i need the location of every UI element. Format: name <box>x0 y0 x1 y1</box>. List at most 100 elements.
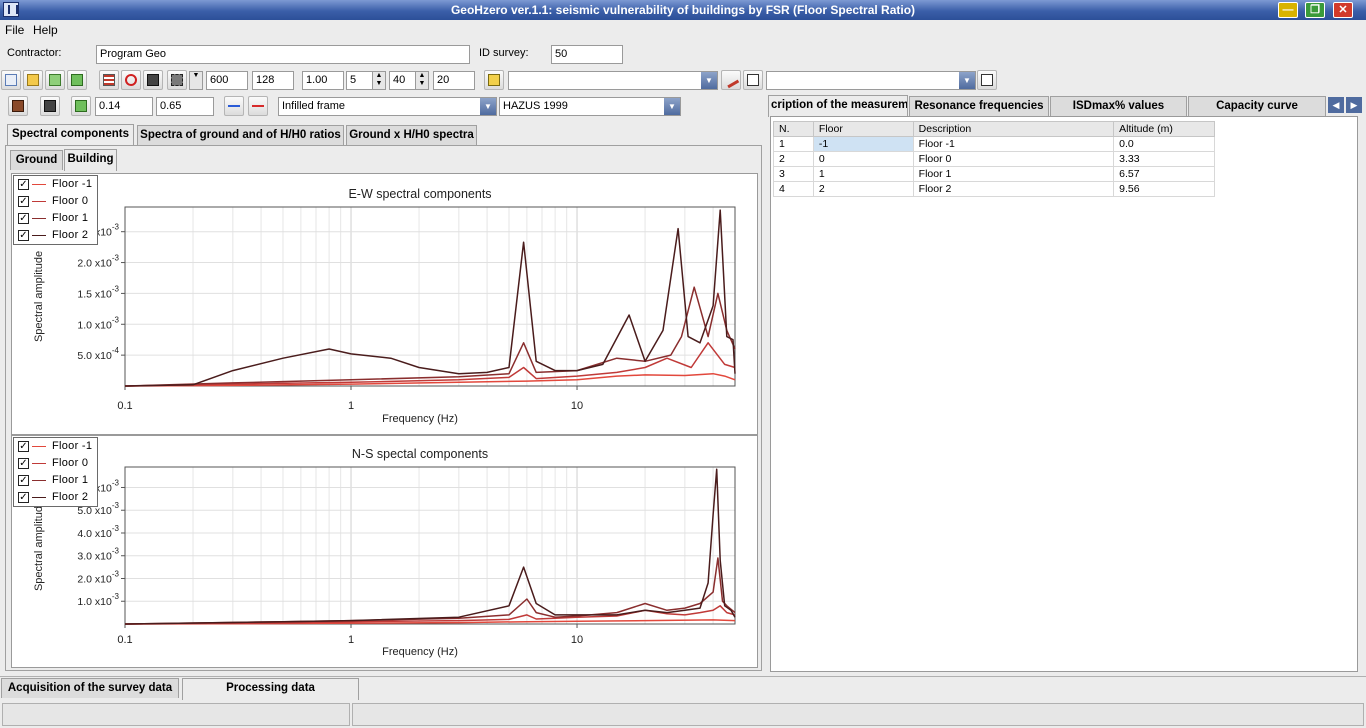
col-n[interactable]: N. <box>773 121 814 137</box>
cell[interactable]: 3.33 <box>1113 151 1215 167</box>
plot-area <box>124 206 736 387</box>
tab-scroll-left-icon[interactable]: ◀ <box>1328 97 1344 113</box>
calculator-icon-2[interactable] <box>40 96 60 116</box>
tab-building[interactable]: Building <box>64 149 117 171</box>
table-row[interactable]: 3 1 Floor 1 6.57 <box>773 166 1215 182</box>
chevron-down-icon[interactable]: ▼ <box>959 72 975 89</box>
tab-ground[interactable]: Ground <box>10 150 63 170</box>
tab-scroll-right-icon[interactable]: ▶ <box>1346 97 1362 113</box>
minimize-icon[interactable]: — <box>1278 2 1298 18</box>
export-icon-2[interactable] <box>71 96 91 116</box>
cell[interactable]: 1 <box>773 136 814 152</box>
checkbox-icon[interactable]: ✓ <box>18 492 29 503</box>
tab-isdmax[interactable]: ISDmax% values <box>1050 96 1187 116</box>
cell[interactable]: 4 <box>773 181 814 197</box>
print-icon-2[interactable] <box>977 70 997 90</box>
cell[interactable]: Floor 1 <box>912 166 1115 182</box>
cell[interactable]: 2 <box>773 151 814 167</box>
checkbox-icon[interactable]: ✓ <box>18 475 29 486</box>
selector-2[interactable]: ▼ <box>766 71 976 90</box>
menu-file[interactable]: File <box>5 23 24 37</box>
cell[interactable]: 2 <box>812 181 914 197</box>
selector-1[interactable]: ▼ <box>508 71 718 90</box>
tab-acquisition[interactable]: Acquisition of the survey data <box>1 678 179 698</box>
tab-spectra-ground[interactable]: Spectra of ground and of H/H0 ratios <box>137 125 344 145</box>
chevron-down-icon[interactable]: ▼ <box>664 98 680 115</box>
col-description[interactable]: Description <box>912 121 1115 137</box>
checkbox-icon[interactable]: ✓ <box>18 230 29 241</box>
legend-item[interactable]: ✓ Floor -1 <box>14 438 97 455</box>
checkbox-icon[interactable]: ✓ <box>18 213 29 224</box>
cell[interactable]: Floor 2 <box>912 181 1115 197</box>
structure-type-select[interactable]: Infilled frame ▼ <box>278 97 497 116</box>
legend-item[interactable]: ✓ Floor 0 <box>14 193 97 210</box>
calculator-icon[interactable] <box>143 70 163 90</box>
checkbox-icon[interactable]: ✓ <box>18 179 29 190</box>
table-row[interactable]: 1 -1 Floor -1 0.0 <box>773 136 1215 152</box>
ratio-max-field[interactable]: 0.65 <box>156 97 214 116</box>
smoothing-field[interactable]: 128 <box>252 71 294 90</box>
survey-id-field[interactable]: 50 <box>551 45 623 64</box>
legend-line <box>32 184 46 185</box>
cell[interactable]: Floor 0 <box>912 151 1115 167</box>
table-row[interactable]: 2 0 Floor 0 3.33 <box>773 151 1215 167</box>
tab-description[interactable]: cription of the measurements <box>768 95 908 117</box>
settings-icon[interactable] <box>167 70 187 90</box>
chevron-down-icon[interactable]: ▼ <box>480 98 496 115</box>
cell[interactable]: 1 <box>812 166 914 182</box>
param-b-stepper[interactable]: ▲ ▼ <box>415 71 429 90</box>
cell[interactable]: 0 <box>812 151 914 167</box>
contractor-field[interactable]: Program Geo <box>96 45 470 64</box>
factor-field[interactable]: 1.00 <box>302 71 344 90</box>
load-icon[interactable] <box>484 70 504 90</box>
legend-item[interactable]: ✓ Floor 1 <box>14 472 97 489</box>
tab-resonance[interactable]: Resonance frequencies <box>909 96 1049 116</box>
code-select[interactable]: HAZUS 1999 ▼ <box>499 97 681 116</box>
checkbox-icon[interactable]: ✓ <box>18 441 29 452</box>
chevron-down-icon[interactable]: ▼ <box>701 72 717 89</box>
cell[interactable]: 0.0 <box>1113 136 1215 152</box>
legend-item[interactable]: ✓ Floor 2 <box>14 227 97 244</box>
new-file-icon[interactable] <box>1 70 21 90</box>
remove-floor-icon[interactable] <box>248 96 268 116</box>
close-icon[interactable]: ✕ <box>1333 2 1353 18</box>
param-a-field[interactable]: 5 <box>346 71 374 90</box>
tab-processing[interactable]: Processing data <box>182 678 359 700</box>
checkbox-icon[interactable]: ✓ <box>18 458 29 469</box>
window-length-field[interactable]: 600 <box>206 71 248 90</box>
tab-spectral-components[interactable]: Spectral components <box>7 124 134 146</box>
ratio-min-field[interactable]: 0.14 <box>95 97 153 116</box>
legend-item[interactable]: ✓ Floor -1 <box>14 176 97 193</box>
legend-item[interactable]: ✓ Floor 0 <box>14 455 97 472</box>
col-floor[interactable]: Floor <box>812 121 914 137</box>
import-icon[interactable] <box>45 70 65 90</box>
maximize-icon[interactable]: ❐ <box>1305 2 1325 18</box>
col-altitude[interactable]: Altitude (m) <box>1113 121 1215 137</box>
cancel-icon[interactable] <box>121 70 141 90</box>
cell[interactable]: 3 <box>773 166 814 182</box>
table-row[interactable]: 4 2 Floor 2 9.56 <box>773 181 1215 197</box>
cell[interactable]: Floor -1 <box>912 136 1115 152</box>
cell[interactable]: -1 <box>812 136 914 152</box>
export-icon[interactable] <box>67 70 87 90</box>
pen-icon[interactable] <box>721 70 741 90</box>
settings-dropdown-arrow[interactable]: ▼ <box>189 71 203 90</box>
open-folder-icon[interactable] <box>23 70 43 90</box>
menu-help[interactable]: Help <box>33 23 58 37</box>
add-floor-icon[interactable] <box>224 96 244 116</box>
cell[interactable]: 9.56 <box>1113 181 1215 197</box>
tab-ground-x-spectra[interactable]: Ground x H/H0 spectra <box>346 125 477 145</box>
legend-item[interactable]: ✓ Floor 1 <box>14 210 97 227</box>
building-icon[interactable] <box>8 96 28 116</box>
checkbox-icon[interactable]: ✓ <box>18 196 29 207</box>
ew-chart-panel: E-W spectral components Frequency (Hz) Spe… <box>11 173 758 435</box>
param-a-stepper[interactable]: ▲ ▼ <box>372 71 386 90</box>
tab-capacity-curve[interactable]: Capacity curve <box>1188 96 1326 116</box>
cell[interactable]: 6.57 <box>1113 166 1215 182</box>
legend-item[interactable]: ✓ Floor 2 <box>14 489 97 506</box>
param-c-field[interactable]: 20 <box>433 71 475 90</box>
param-b-field[interactable]: 40 <box>389 71 417 90</box>
legend-label: Floor 0 <box>52 195 89 207</box>
waveform-icon[interactable] <box>99 70 119 90</box>
print-icon[interactable] <box>743 70 763 90</box>
